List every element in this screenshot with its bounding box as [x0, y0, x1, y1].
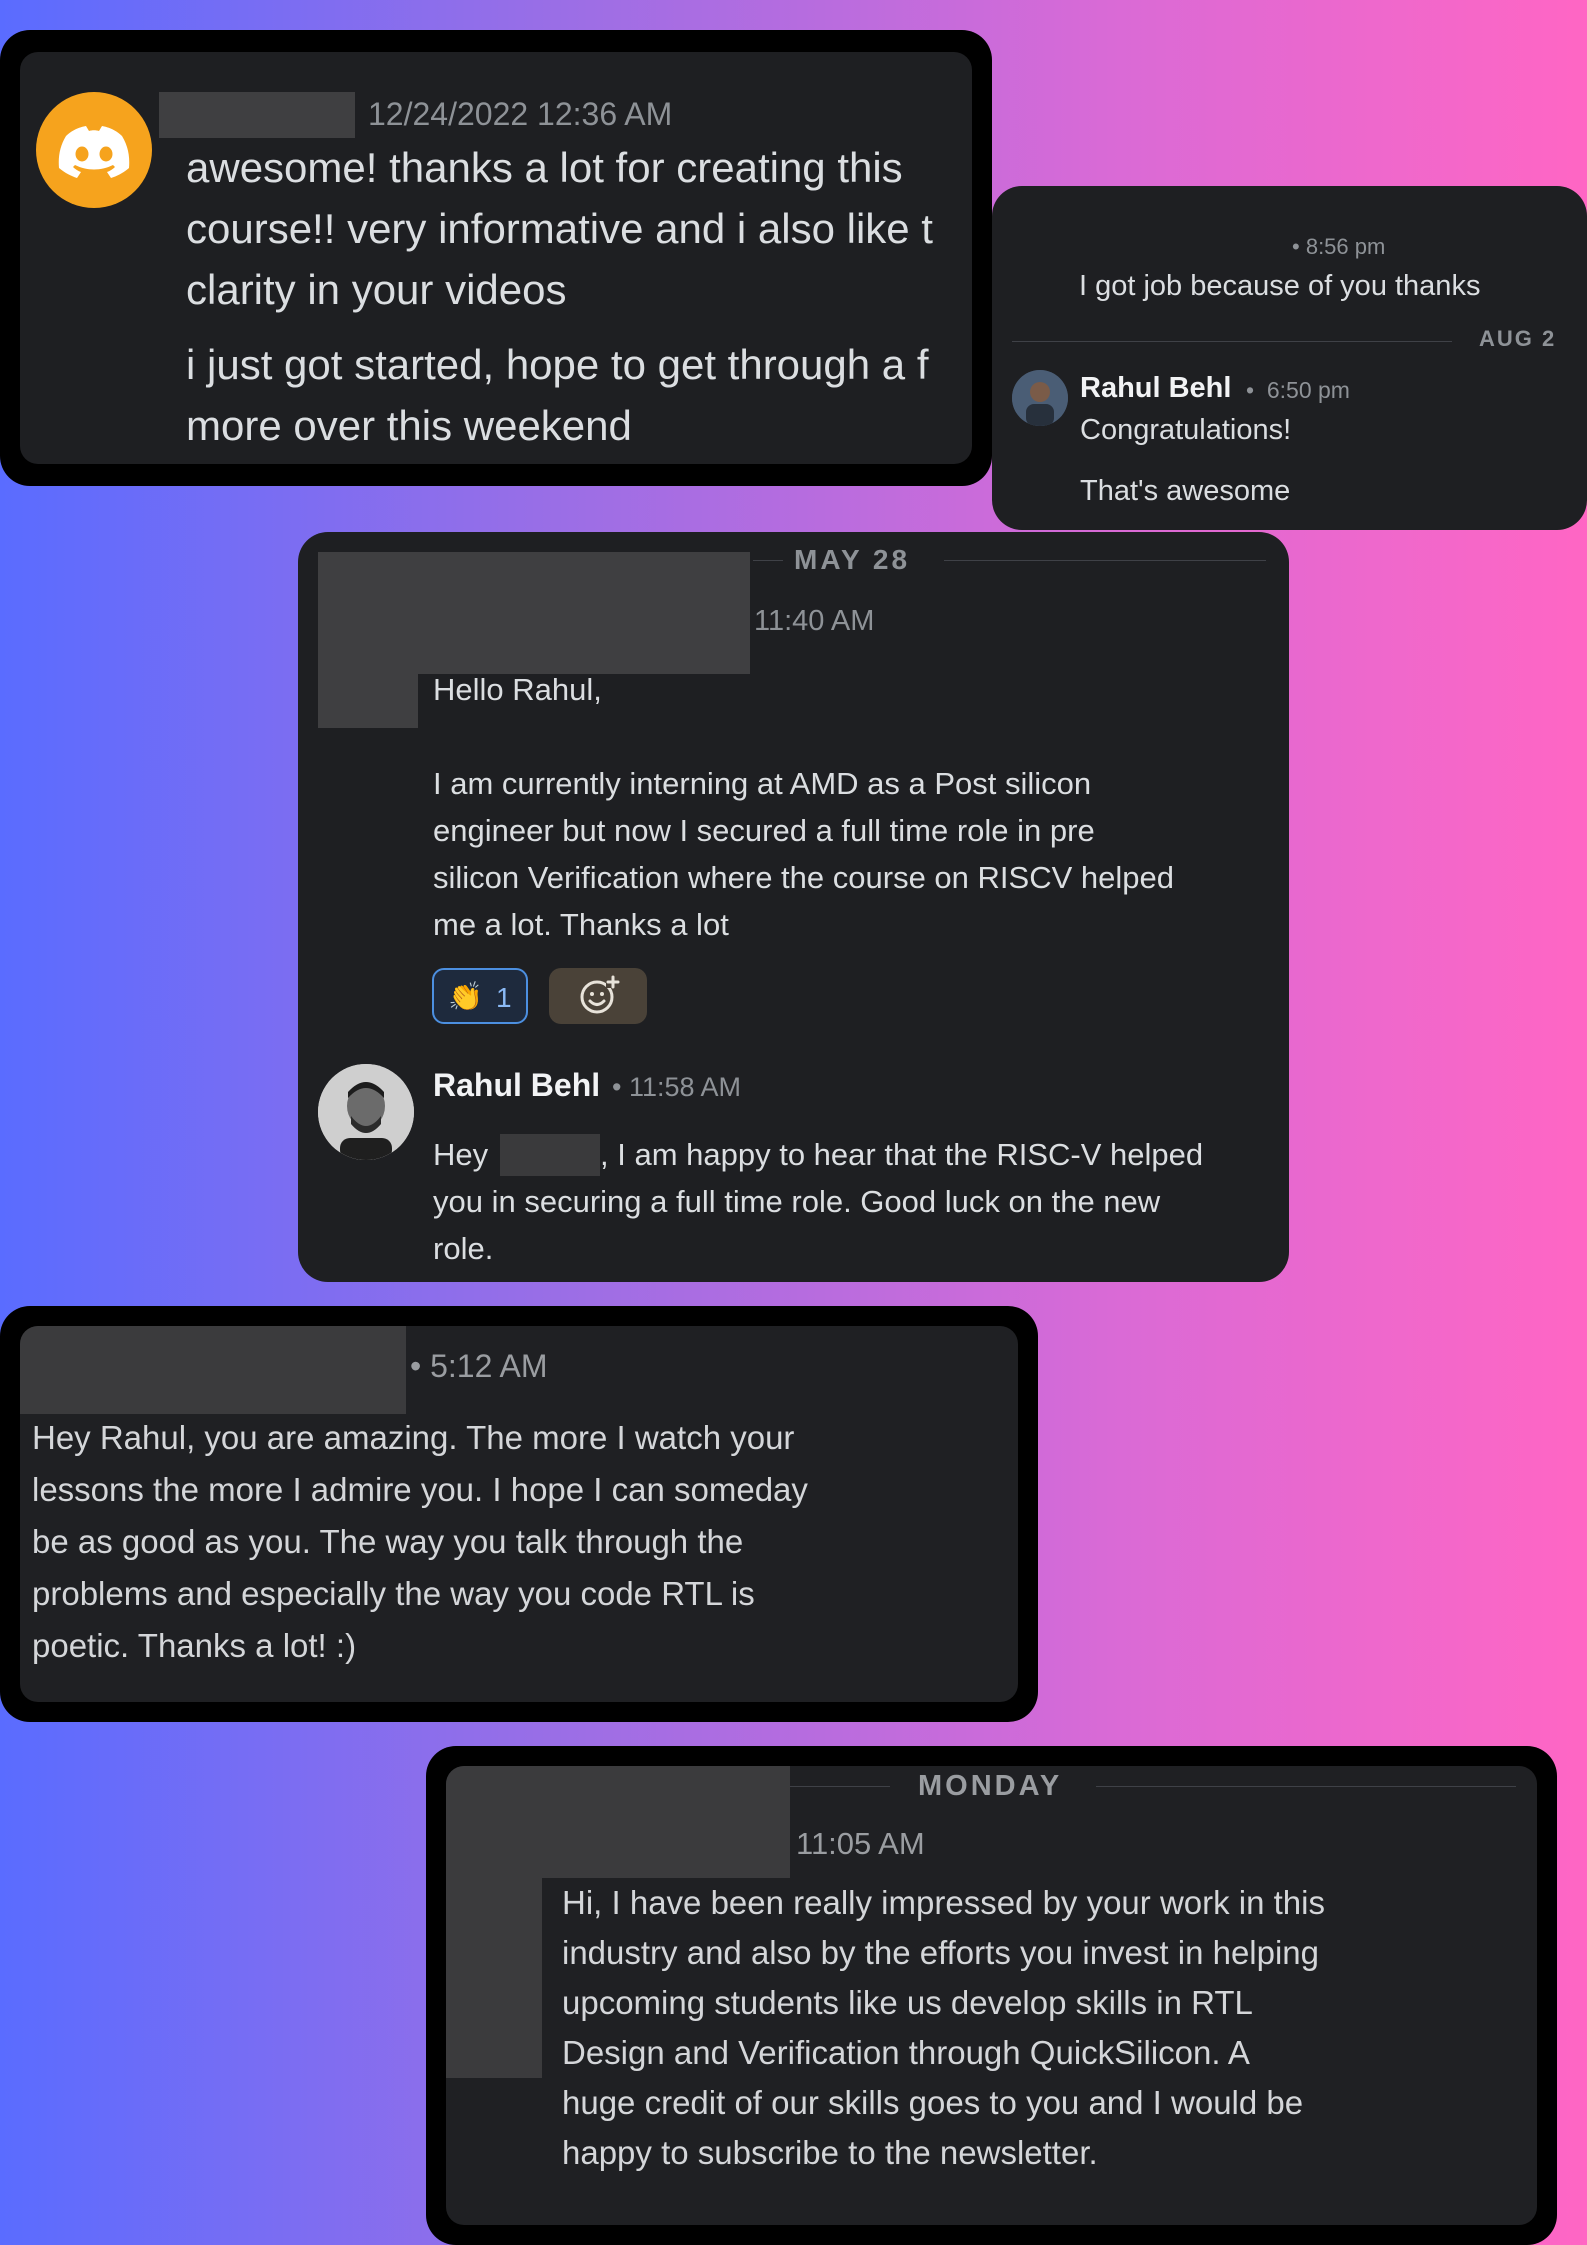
message-line: i just got started, hope to get through … — [186, 341, 929, 388]
message-time-text: 8:56 pm — [1305, 234, 1386, 259]
discord-logo-icon — [58, 126, 130, 178]
separator-dot: • — [1246, 377, 1267, 403]
separator-dot: • — [1292, 234, 1306, 259]
message-time: 11:05 AM — [796, 1826, 925, 1861]
date-divider-line — [790, 1786, 890, 1787]
message-time: 11:40 AM — [754, 605, 875, 637]
message-line: lessons the more I admire you. I hope I … — [32, 1471, 808, 1508]
redacted-name — [500, 1134, 600, 1176]
message-line: happy to subscribe to the newsletter. — [562, 2134, 1098, 2171]
date-divider-line — [944, 560, 1266, 561]
reply-line: Congratulations! — [1080, 414, 1292, 446]
redacted-avatar — [318, 674, 418, 728]
clap-reaction-button[interactable]: 👏 1 — [432, 968, 528, 1024]
message-card-4: • 5:12 AM Hey Rahul, you are amazing. Th… — [0, 1306, 1038, 1722]
separator-dot: • — [410, 1348, 431, 1384]
reply-line: role. — [433, 1231, 494, 1266]
message-line: more over this weekend — [186, 402, 632, 449]
message-line: silicon Verification where the course on… — [433, 860, 1174, 895]
message-text: I got job because of you thanks — [1079, 270, 1481, 302]
message-card-1: 12/24/2022 12:36 AM awesome! thanks a lo… — [0, 30, 992, 486]
message-line: Hi, I have been really impressed by your… — [562, 1884, 1325, 1921]
message-time-text: 5:12 AM — [430, 1348, 548, 1384]
message-line: poetic. Thanks a lot! :) — [32, 1627, 357, 1664]
date-divider-line — [1096, 1786, 1516, 1787]
message-line: upcoming students like us develop skills… — [562, 1984, 1253, 2021]
add-reaction-icon — [580, 975, 620, 1014]
message-line: Hey Rahul, you are amazing. The more I w… — [32, 1419, 795, 1456]
user-photo-icon — [318, 1064, 414, 1160]
date-divider-label: MAY 28 — [794, 544, 911, 575]
message-line: awesome! thanks a lot for creating this — [186, 144, 903, 191]
reply-time-text: 6:50 pm — [1266, 377, 1350, 403]
message-card-5: MONDAY 11:05 AM Hi, I have been really i… — [426, 1746, 1557, 2245]
card-4-content: • 5:12 AM Hey Rahul, you are amazing. Th… — [20, 1326, 1018, 1702]
message-line: industry and also by the efforts you inv… — [562, 1934, 1320, 1971]
redacted-username — [159, 92, 355, 138]
redacted-username — [20, 1326, 406, 1414]
clap-emoji-icon: 👏 — [448, 981, 483, 1012]
message-card-2: • 8:56 pm I got job because of you thank… — [992, 186, 1587, 530]
card-5-content: MONDAY 11:05 AM Hi, I have been really i… — [446, 1766, 1537, 2225]
message-line: clarity in your videos — [186, 266, 567, 313]
reply-author[interactable]: Rahul Behl — [1080, 372, 1231, 405]
message-line: huge credit of our skills goes to you an… — [562, 2084, 1304, 2121]
redacted-username — [446, 1766, 790, 1878]
reply-line: That's awesome — [1080, 475, 1291, 507]
message-line: be as good as you. The way you talk thro… — [32, 1523, 744, 1560]
date-divider-label: MONDAY — [918, 1770, 1063, 1802]
reply-prefix: Hey — [433, 1137, 489, 1172]
date-divider-label: AUG 2 — [1479, 326, 1557, 351]
message-line: problems and especially the way you code… — [32, 1575, 755, 1612]
reply-time: • 6:50 pm — [1246, 377, 1350, 404]
message-greeting: Hello Rahul, — [433, 672, 602, 707]
reply-time: • 11:58 AM — [612, 1072, 741, 1103]
message-time: • 5:12 AM — [410, 1348, 548, 1385]
rahul-avatar[interactable] — [1012, 370, 1068, 426]
redacted-username — [318, 552, 750, 674]
date-divider-line — [1012, 341, 1452, 342]
message-card-3: MAY 28 11:40 AM Hello Rahul, I am curren… — [298, 532, 1289, 1282]
separator-dot: • — [612, 1072, 629, 1102]
add-reaction-button[interactable] — [549, 968, 647, 1024]
discord-avatar[interactable] — [36, 92, 152, 208]
card-1-content: 12/24/2022 12:36 AM awesome! thanks a lo… — [20, 52, 972, 464]
reply-author[interactable]: Rahul Behl — [433, 1067, 600, 1104]
message-line: course!! very informative and i also lik… — [186, 205, 933, 252]
message-line: I am currently interning at AMD as a Pos… — [433, 766, 1092, 801]
reply-line: , I am happy to hear that the RISC-V hel… — [600, 1137, 1204, 1172]
reply-time-text: 11:58 AM — [628, 1072, 742, 1102]
message-timestamp: 12/24/2022 12:36 AM — [368, 96, 673, 132]
reply-line: you in securing a full time role. Good l… — [433, 1184, 1161, 1219]
rahul-avatar[interactable] — [318, 1064, 414, 1160]
message-line: me a lot. Thanks a lot — [433, 907, 729, 942]
reaction-count: 1 — [496, 982, 512, 1013]
message-line: engineer but now I secured a full time r… — [433, 813, 1095, 848]
user-photo-icon — [1012, 370, 1068, 426]
message-line: Design and Verification through QuickSil… — [562, 2034, 1250, 2071]
message-time: • 8:56 pm — [1292, 234, 1385, 260]
date-divider-line — [753, 560, 783, 561]
redacted-avatar — [446, 1878, 542, 2078]
